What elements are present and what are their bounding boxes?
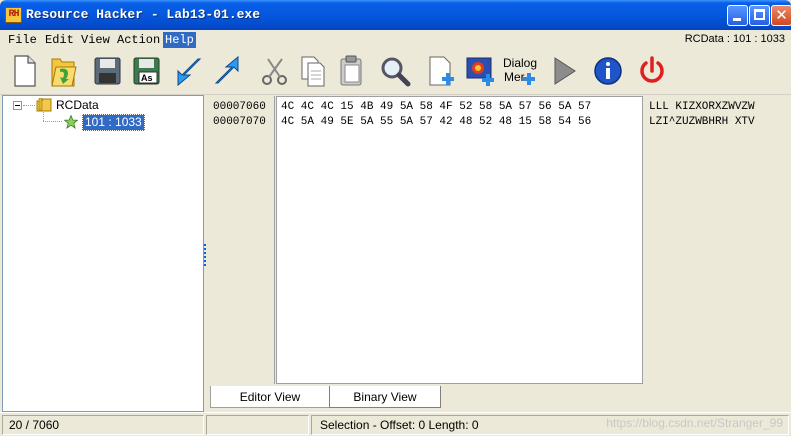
svg-text:As: As [141, 73, 153, 83]
menu-file[interactable]: File [6, 32, 39, 48]
status-position: 20 / 7060 [2, 415, 204, 435]
cut-icon[interactable] [258, 53, 292, 89]
forward-arrow-icon[interactable] [210, 53, 244, 89]
resource-info: RCData : 101 : 1033 [684, 33, 785, 45]
power-icon[interactable] [635, 53, 669, 89]
minimize-button[interactable] [727, 5, 748, 26]
tab-binary-view[interactable]: Binary View [329, 386, 441, 408]
menu-view[interactable]: View [79, 32, 112, 48]
tree-connector [23, 105, 35, 106]
tree-connector [43, 112, 44, 121]
address-row: 00007060 [213, 101, 266, 113]
resource-tree[interactable]: RCData 101 : 1033 [2, 95, 204, 412]
tree-node-rcdata[interactable]: RCData [56, 98, 99, 112]
maximize-icon [754, 9, 765, 20]
ascii-row: LLL KIZXORXZWVZW [649, 101, 755, 113]
ascii-row: LZI^ZUZWBHRH XTV [649, 116, 755, 128]
hex-row[interactable]: 4C 5A 49 5E 5A 55 5A 57 42 48 52 48 15 5… [281, 115, 591, 129]
address-column: 00007060 00007070 [208, 96, 275, 384]
tab-editor-view[interactable]: Editor View [210, 386, 330, 408]
watermark: https://blog.csdn.net/Stranger_99 [606, 416, 783, 430]
paste-icon[interactable] [334, 53, 368, 89]
folder-icon [36, 98, 52, 112]
save-icon[interactable] [90, 53, 124, 89]
collapse-icon[interactable] [13, 101, 22, 110]
toolbar: As Dialog Mer [0, 49, 791, 95]
dialog-menu-label-1: Dialog [502, 56, 538, 70]
ascii-column: LLL KIZXORXZWVZW LZI^ZUZWBHRH XTV [644, 96, 791, 384]
dialog-menu-button[interactable]: Dialog Mer [502, 53, 538, 89]
back-arrow-icon[interactable] [172, 53, 206, 89]
title-bar: RH Resource Hacker - Lab13-01.exe ✕ [0, 0, 791, 30]
find-icon[interactable] [378, 53, 412, 89]
tree-connector [43, 121, 62, 122]
open-file-icon[interactable] [46, 53, 80, 89]
splitter-grip-icon [204, 244, 206, 268]
save-as-icon[interactable]: As [129, 53, 163, 89]
plus-icon [523, 73, 535, 85]
close-button[interactable]: ✕ [771, 5, 791, 26]
menu-action[interactable]: Action [115, 32, 162, 48]
add-resource-icon[interactable] [424, 53, 458, 89]
view-tabs: Editor View Binary View [208, 385, 791, 412]
maximize-button[interactable] [749, 5, 770, 26]
status-empty [206, 415, 309, 435]
tree-node-101-1033[interactable]: 101 : 1033 [82, 114, 145, 131]
copy-icon[interactable] [296, 53, 330, 89]
add-image-icon[interactable] [464, 53, 498, 89]
app-logo-icon: RH [5, 7, 22, 23]
close-icon: ✕ [775, 6, 788, 24]
info-icon[interactable] [591, 53, 625, 89]
menu-edit[interactable]: Edit [43, 32, 76, 48]
hex-editor[interactable]: 4C 4C 4C 15 4B 49 5A 58 4F 52 58 5A 57 5… [276, 96, 643, 384]
minimize-icon [733, 18, 741, 21]
address-row: 00007070 [213, 116, 266, 128]
run-script-icon[interactable] [547, 53, 581, 89]
new-file-icon[interactable] [8, 53, 42, 89]
status-bar: 20 / 7060 Selection - Offset: 0 Length: … [0, 412, 791, 436]
star-icon [64, 115, 78, 129]
window-title: Resource Hacker - Lab13-01.exe [26, 7, 261, 22]
hex-row[interactable]: 4C 4C 4C 15 4B 49 5A 58 4F 52 58 5A 57 5… [281, 100, 591, 114]
menu-bar: File Edit View Action Help RCData : 101 … [0, 30, 791, 49]
menu-help[interactable]: Help [163, 32, 196, 48]
